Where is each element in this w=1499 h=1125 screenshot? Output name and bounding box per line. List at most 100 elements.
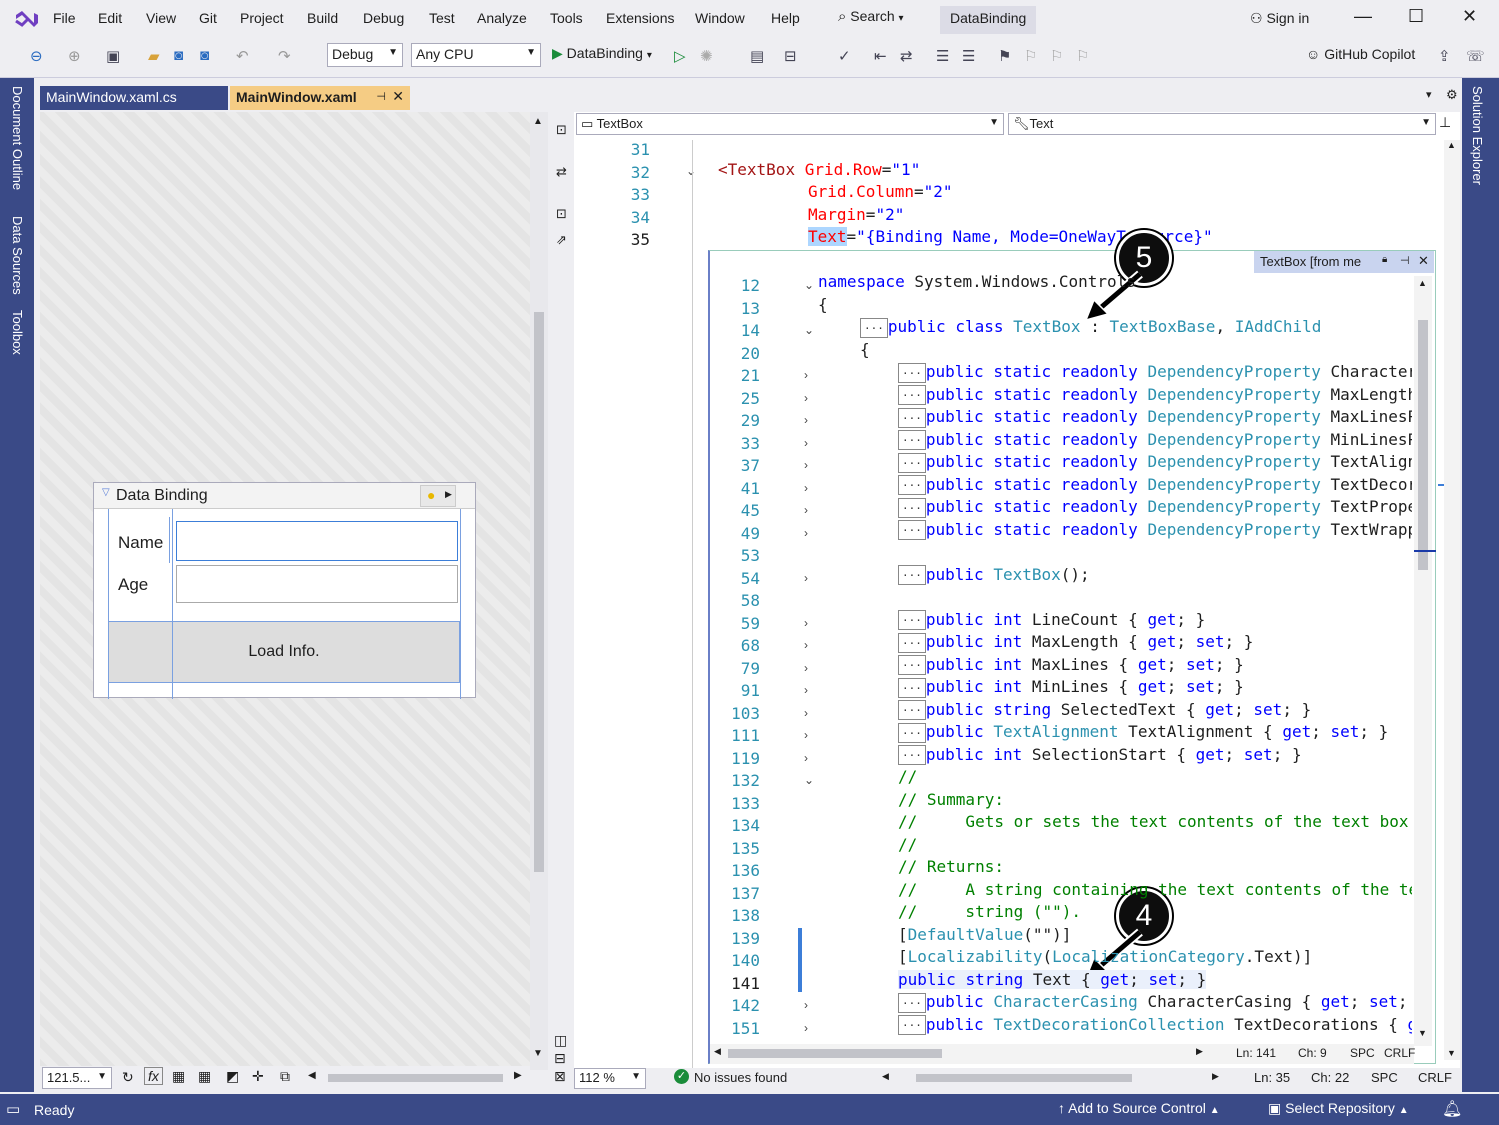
sign-in-button[interactable]: ⚇ Sign in: [1250, 10, 1309, 27]
collapsed-region-icon[interactable]: ...: [898, 992, 926, 1013]
expand-chevron-icon[interactable]: ›: [804, 481, 808, 495]
save-all-icon[interactable]: ◙: [200, 47, 209, 64]
collapsed-region-icon[interactable]: ...: [898, 430, 926, 450]
maximize-button[interactable]: ☐: [1408, 6, 1424, 27]
menu-extensions[interactable]: Extensions: [606, 10, 674, 26]
collapsed-region-icon[interactable]: ...: [898, 407, 926, 428]
close-icon[interactable]: ✕: [392, 88, 404, 105]
collapsed-region-icon[interactable]: ...: [898, 722, 926, 743]
collapsed-region-icon[interactable]: ...: [898, 497, 926, 518]
document-outline-tab[interactable]: Document Outline: [10, 86, 25, 190]
expand-chevron-icon[interactable]: ›: [804, 683, 808, 697]
solution-explorer-tab[interactable]: Solution Explorer: [1470, 86, 1485, 185]
editor-horizontal-thumb[interactable]: [916, 1074, 1132, 1082]
menu-test[interactable]: Test: [429, 10, 455, 26]
collapsed-region-icon[interactable]: ...: [898, 655, 926, 675]
menu-view[interactable]: View: [146, 10, 176, 26]
expand-chevron-icon[interactable]: ›: [804, 436, 808, 450]
configuration-select[interactable]: Debug ▼: [327, 43, 403, 67]
issues-indicator[interactable]: No issues found: [694, 1070, 787, 1085]
whitespace-indicator[interactable]: SPC: [1371, 1070, 1398, 1085]
collapsed-region-icon[interactable]: ...: [898, 1015, 926, 1035]
collapsed-region-icon[interactable]: ...: [898, 700, 926, 720]
expand-chevron-icon[interactable]: ›: [804, 706, 808, 720]
menu-tools[interactable]: Tools: [550, 10, 583, 26]
spellcheck-icon[interactable]: ✓: [838, 47, 851, 65]
collapsed-region-icon[interactable]: ...: [860, 317, 888, 338]
expand-chevron-icon[interactable]: ›: [804, 661, 808, 675]
menu-help[interactable]: Help: [771, 10, 800, 26]
collapsed-region-icon[interactable]: ...: [898, 475, 926, 495]
editor-vertical-scrollbar[interactable]: ▲ ▼: [1444, 140, 1460, 1060]
layout-icon[interactable]: ⊟: [784, 47, 797, 65]
minimize-button[interactable]: —: [1354, 6, 1372, 27]
tab-mainwindow-xaml[interactable]: MainWindow.xaml ⊣ ✕: [230, 86, 410, 110]
expand-chevron-icon[interactable]: ›: [804, 526, 808, 540]
expand-chevron-icon[interactable]: ›: [804, 391, 808, 405]
menu-debug[interactable]: Debug: [363, 10, 404, 26]
bookmark-clear-icon[interactable]: ⚐: [1076, 47, 1089, 65]
collapse-chevron-icon[interactable]: ⌄: [804, 323, 814, 337]
menu-edit[interactable]: Edit: [98, 10, 122, 26]
pin-icon[interactable]: ⊣: [376, 90, 386, 103]
outdent-icon[interactable]: ☰: [962, 47, 975, 65]
tab-mainwindow-xaml-cs[interactable]: MainWindow.xaml.cs: [40, 86, 228, 110]
collapsed-region-icon[interactable]: ...: [898, 520, 926, 540]
indent-icon[interactable]: ☰: [936, 47, 949, 65]
start-debugging-button[interactable]: ▶ DataBinding ▾: [552, 45, 652, 62]
share-icon[interactable]: ⇪: [1438, 47, 1451, 65]
snap-grid-icon[interactable]: ▦: [198, 1068, 211, 1085]
collapsed-region-icon[interactable]: ...: [898, 745, 926, 765]
peek-horizontal-thumb[interactable]: [728, 1049, 942, 1058]
forward-icon[interactable]: ⊕: [68, 47, 81, 65]
undo-icon[interactable]: ↶: [236, 47, 249, 65]
scroll-left-icon[interactable]: ◀: [714, 1046, 721, 1057]
expand-chevron-icon[interactable]: ›: [804, 998, 808, 1012]
collapse-chevron-icon[interactable]: ⌄: [804, 773, 814, 787]
feedback-icon[interactable]: ☏: [1466, 47, 1485, 65]
designer-vertical-scrollbar[interactable]: ▲ ▼: [530, 112, 548, 1070]
expand-chevron-icon[interactable]: ›: [804, 638, 808, 652]
start-without-debugging-icon[interactable]: ▷: [674, 47, 686, 65]
collapsed-region-icon[interactable]: ...: [898, 677, 926, 698]
editor-zoom-select[interactable]: 112 % ▼: [574, 1068, 646, 1089]
hot-reload-icon[interactable]: ✺: [700, 47, 713, 65]
expand-chevron-icon[interactable]: ›: [804, 571, 808, 585]
expand-chevron-icon[interactable]: ›: [804, 368, 808, 382]
collapsed-region-icon[interactable]: ...: [898, 362, 926, 383]
collapsed-region-icon[interactable]: ...: [898, 632, 926, 653]
menu-project[interactable]: Project: [240, 10, 284, 26]
solution-explorer-icon[interactable]: ▤: [750, 47, 764, 65]
expand-pane-icon[interactable]: ⊠: [554, 1068, 566, 1085]
scroll-up-icon[interactable]: ▲: [1418, 278, 1427, 288]
collapsed-region-icon[interactable]: ...: [898, 452, 926, 473]
back-icon[interactable]: ⊖: [30, 47, 43, 65]
new-project-icon[interactable]: ▣: [106, 47, 120, 65]
scroll-up-icon[interactable]: ▲: [1447, 140, 1456, 150]
close-icon[interactable]: ✕: [1418, 253, 1429, 269]
expand-chevron-icon[interactable]: ›: [804, 616, 808, 630]
menu-git[interactable]: Git: [199, 10, 217, 26]
name-textbox[interactable]: [176, 521, 458, 561]
scroll-down-icon[interactable]: ▼: [1447, 1048, 1456, 1058]
expand-chevron-icon[interactable]: ›: [804, 751, 808, 765]
open-folder-icon[interactable]: ▰: [148, 47, 160, 65]
expand-chevron-icon[interactable]: ›: [804, 728, 808, 742]
toolbox-tab[interactable]: Toolbox: [10, 310, 25, 355]
expand-chevron-icon[interactable]: ›: [804, 413, 808, 427]
search-button[interactable]: ⌕ Search ▾: [838, 8, 904, 32]
peek-title-tab[interactable]: TextBox [from me 🔒︎ ⊣ ✕: [1254, 251, 1434, 273]
bookmark-prev-icon[interactable]: ⚐: [1024, 47, 1037, 65]
scroll-down-icon[interactable]: ▼: [1418, 1028, 1427, 1038]
expand-chevron-icon[interactable]: ›: [804, 458, 808, 472]
bookmark-icon[interactable]: ⚑: [998, 47, 1011, 65]
collapse-pane-icon[interactable]: ⊡: [556, 206, 567, 222]
save-icon[interactable]: ◙: [174, 47, 183, 64]
scroll-thumb[interactable]: [1418, 320, 1428, 570]
device-icon[interactable]: ⧉: [280, 1068, 290, 1085]
split-icon[interactable]: ⊡: [556, 122, 567, 138]
horizontal-split-icon[interactable]: ⊟: [554, 1050, 566, 1067]
scroll-left-icon[interactable]: ◀: [882, 1071, 889, 1082]
menu-build[interactable]: Build: [307, 10, 338, 26]
data-sources-tab[interactable]: Data Sources: [10, 216, 25, 295]
